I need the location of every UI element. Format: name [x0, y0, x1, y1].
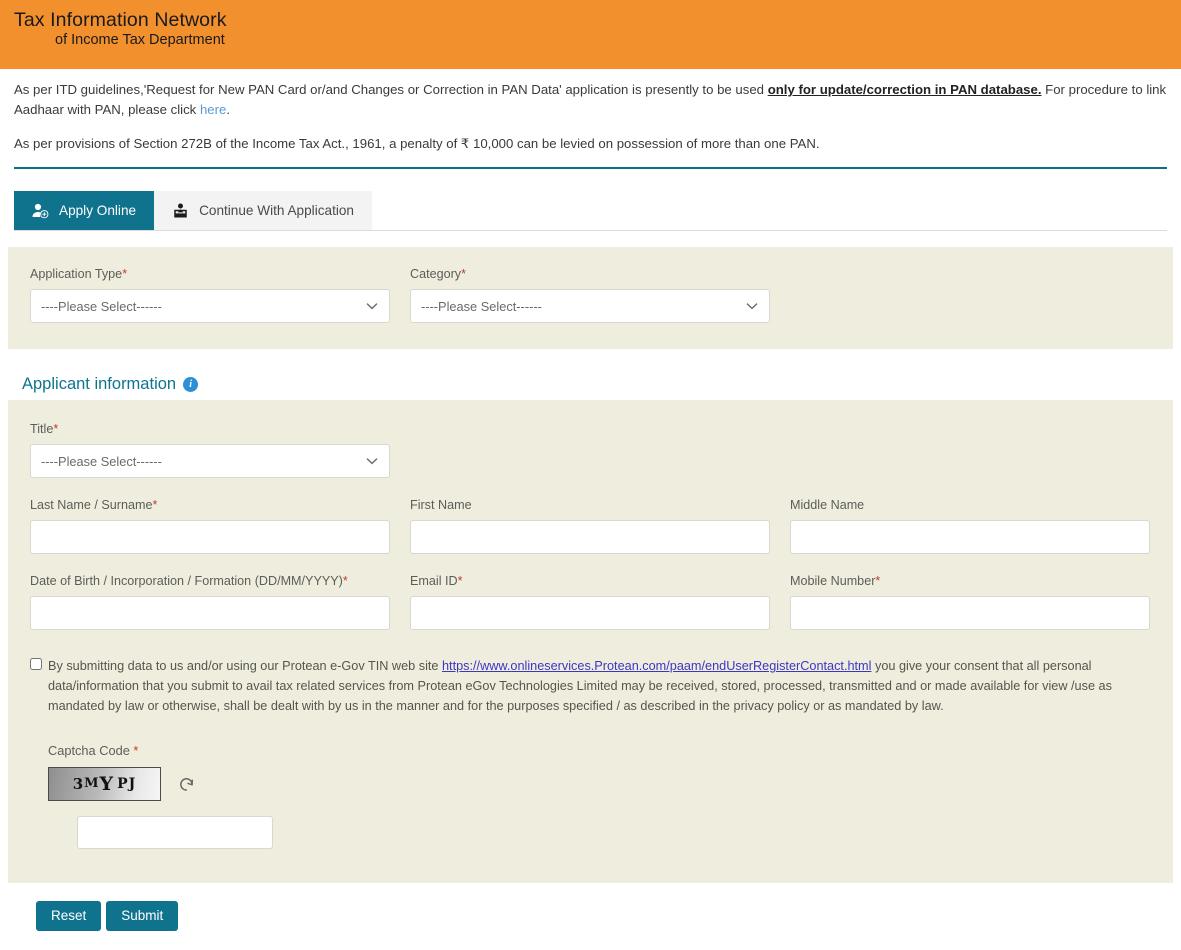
- application-type-row: Application Type* ----Please Select-----…: [30, 267, 1151, 324]
- name-row: Last Name / Surname* First Name Middle N…: [30, 498, 1151, 555]
- tab-apply-online[interactable]: Apply Online: [14, 191, 155, 231]
- section-title-text: Applicant information: [22, 375, 177, 394]
- notice-penalty: As per provisions of Section 272B of the…: [14, 135, 820, 151]
- middle-name-field: Middle Name: [790, 498, 1150, 555]
- brand-logo: Tax Information Network of Income Tax De…: [14, 9, 227, 48]
- category-label-text: Category: [410, 267, 462, 282]
- consent-block: By submitting data to us and/or using ou…: [30, 656, 1128, 716]
- info-icon[interactable]: i: [183, 377, 199, 393]
- notice-area: As per ITD guidelines,'Request for New P…: [0, 69, 1181, 154]
- mobile-field: Mobile Number*: [790, 574, 1150, 631]
- consent-text: By submitting data to us and/or using ou…: [48, 656, 1128, 716]
- captcha-char-4: PJ: [117, 775, 137, 792]
- last-name-label-text: Last Name / Surname: [30, 498, 153, 513]
- required-marker: *: [457, 574, 463, 589]
- first-name-input[interactable]: [410, 520, 770, 555]
- applicant-information-panel: Title* ----Please Select------ Last Name…: [8, 400, 1173, 883]
- required-marker: *: [152, 498, 158, 513]
- title-field: Title* ----Please Select------: [30, 422, 390, 479]
- captcha-input[interactable]: [77, 815, 273, 849]
- privacy-policy-link[interactable]: https://www.onlineservices.Protean.com/p…: [442, 659, 871, 673]
- contact-row: Date of Birth / Incorporation / Formatio…: [30, 574, 1151, 631]
- consent-text-1: By submitting data to us and/or using ou…: [48, 659, 442, 674]
- notice-emphasis: only for update/correction in PAN databa…: [767, 82, 1042, 97]
- captcha-image: 3 M Y PJ: [48, 766, 161, 801]
- notice-text-3: .: [226, 102, 231, 118]
- refresh-icon[interactable]: [177, 774, 196, 793]
- application-type-label: Application Type*: [30, 267, 390, 281]
- email-label-text: Email ID: [410, 574, 458, 589]
- captcha-char-1: 3: [72, 774, 85, 793]
- first-name-label-text: First Name: [410, 498, 472, 513]
- application-type-field: Application Type* ----Please Select-----…: [30, 267, 390, 324]
- category-field: Category* ----Please Select------: [410, 267, 770, 324]
- application-type-panel: Application Type* ----Please Select-----…: [8, 247, 1173, 350]
- consent-checkbox[interactable]: [30, 658, 42, 671]
- last-name-input[interactable]: [30, 520, 390, 555]
- tab-bar: Apply Online Continue With Application: [14, 191, 1167, 232]
- captcha-label-text: Captcha Code: [48, 742, 134, 758]
- dob-label-text: Date of Birth / Incorporation / Formatio…: [30, 574, 343, 589]
- tab-apply-online-label: Apply Online: [59, 203, 137, 219]
- captcha-char-3: Y: [99, 772, 115, 795]
- title-label: Title*: [30, 422, 390, 436]
- required-marker: *: [122, 267, 128, 282]
- category-select[interactable]: ----Please Select------: [410, 289, 770, 324]
- first-name-label: First Name: [410, 498, 770, 512]
- captcha-char-2: M: [84, 776, 100, 792]
- last-name-field: Last Name / Surname*: [30, 498, 390, 555]
- captcha-row: 3 M Y PJ: [48, 766, 1151, 801]
- tab-continue-with-application[interactable]: Continue With Application: [154, 191, 372, 231]
- dob-label: Date of Birth / Incorporation / Formatio…: [30, 574, 390, 588]
- middle-name-label: Middle Name: [790, 498, 1150, 512]
- email-field: Email ID*: [410, 574, 770, 631]
- applicant-information-heading: Applicant information i: [0, 375, 1181, 394]
- mobile-label-text: Mobile Number: [790, 574, 876, 589]
- aadhaar-link[interactable]: here: [200, 102, 226, 117]
- application-type-label-text: Application Type: [30, 267, 123, 282]
- required-marker: *: [875, 574, 881, 589]
- brand-title: Tax Information Network: [14, 9, 227, 31]
- category-label: Category*: [410, 267, 770, 281]
- brand-subtitle: of Income Tax Department: [55, 31, 225, 48]
- middle-name-label-text: Middle Name: [790, 498, 865, 513]
- last-name-label: Last Name / Surname*: [30, 498, 390, 512]
- captcha-label: Captcha Code *: [48, 743, 1151, 758]
- application-type-select[interactable]: ----Please Select------: [30, 289, 390, 324]
- user-add-icon: [32, 203, 49, 219]
- captcha-block: Captcha Code * 3 M Y PJ: [30, 743, 1151, 849]
- dob-field: Date of Birth / Incorporation / Formatio…: [30, 574, 390, 631]
- user-continue-icon: [172, 203, 189, 219]
- site-header: Tax Information Network of Income Tax De…: [0, 0, 1181, 69]
- required-marker: *: [342, 574, 348, 589]
- first-name-field: First Name: [410, 498, 770, 555]
- reset-button[interactable]: Reset: [36, 900, 102, 931]
- form-actions: Reset Submit: [0, 883, 1181, 931]
- notice-guidelines: As per ITD guidelines,'Request for New P…: [14, 80, 1167, 121]
- category-select-wrap: ----Please Select------: [410, 289, 770, 324]
- title-row: Title* ----Please Select------: [30, 422, 1151, 479]
- required-marker: *: [53, 422, 59, 437]
- email-label: Email ID*: [410, 574, 770, 588]
- notice-text-1: As per ITD guidelines,'Request for New P…: [14, 82, 768, 97]
- required-marker: *: [133, 742, 139, 758]
- email-input[interactable]: [410, 596, 770, 631]
- title-select-wrap: ----Please Select------: [30, 444, 390, 479]
- dob-input[interactable]: [30, 596, 390, 631]
- required-marker: *: [461, 267, 467, 282]
- tab-continue-label: Continue With Application: [199, 203, 354, 219]
- middle-name-input[interactable]: [790, 520, 1150, 555]
- submit-button[interactable]: Submit: [106, 900, 179, 931]
- title-select[interactable]: ----Please Select------: [30, 444, 390, 479]
- header-divider: [14, 167, 1167, 170]
- mobile-label: Mobile Number*: [790, 574, 1150, 588]
- title-label-text: Title: [30, 422, 54, 437]
- application-type-select-wrap: ----Please Select------: [30, 289, 390, 324]
- mobile-input[interactable]: [790, 596, 1150, 631]
